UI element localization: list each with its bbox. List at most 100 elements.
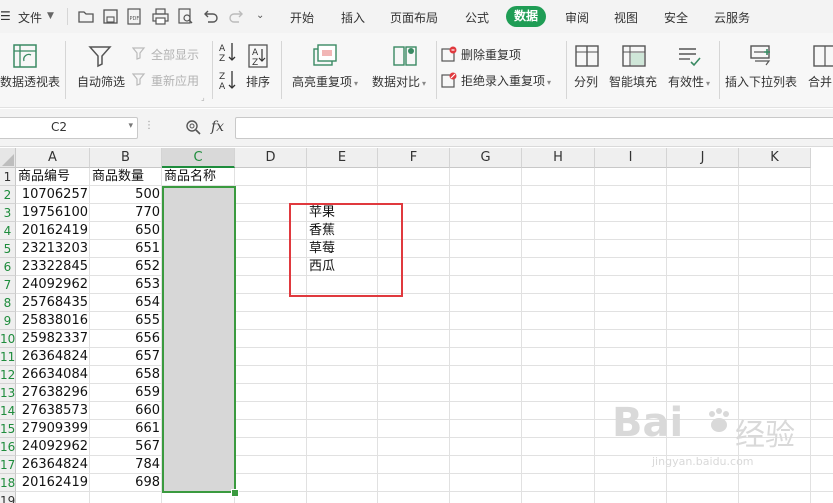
highlight-duplicates-button[interactable]: 高亮重复项 ▾ [290, 33, 366, 103]
row-header-15[interactable]: 15 [0, 420, 16, 438]
column-header-i[interactable]: I [595, 148, 667, 168]
quantity-cell[interactable]: 698 [90, 474, 162, 492]
product-id-cell[interactable]: 27909399 [16, 420, 90, 438]
row-header-6[interactable]: 6 [0, 258, 16, 276]
header-cell[interactable]: 商品编号 [18, 168, 90, 186]
reapply-button[interactable]: 重新应用 [132, 71, 208, 89]
product-id-cell[interactable]: 23213203 [16, 240, 90, 258]
formula-bar-drag-handle[interactable]: ⋮ [144, 120, 154, 131]
show-all-button[interactable]: 全部显示 [132, 45, 208, 63]
column-header-f[interactable]: F [378, 148, 450, 168]
row-header-1[interactable]: 1 [0, 168, 16, 186]
reject-duplicates-button[interactable]: 拒绝录入重复项 ▾ [441, 71, 561, 89]
row-header-19[interactable]: 19 [0, 492, 16, 503]
product-id-cell[interactable]: 25768435 [16, 294, 90, 312]
row-header-11[interactable]: 11 [0, 348, 16, 366]
column-header-k[interactable]: K [739, 148, 811, 168]
quantity-cell[interactable]: 655 [90, 312, 162, 330]
tab-insert[interactable]: 插入 [341, 9, 365, 26]
quantity-cell[interactable]: 567 [90, 438, 162, 456]
row-header-7[interactable]: 7 [0, 276, 16, 294]
zoom-search-icon[interactable] [185, 119, 202, 136]
row-header-18[interactable]: 18 [0, 474, 16, 492]
print-icon[interactable] [152, 8, 169, 25]
auto-filter-button[interactable]: 自动筛选 [72, 33, 128, 103]
name-box-chevron-icon[interactable]: ▾ [128, 121, 133, 131]
column-header-h[interactable]: H [522, 148, 595, 168]
row-header-14[interactable]: 14 [0, 402, 16, 420]
formula-input[interactable] [235, 117, 833, 139]
remove-duplicates-button[interactable]: 删除重复项 [441, 45, 541, 63]
product-id-cell[interactable]: 24092962 [16, 276, 90, 294]
product-id-cell[interactable]: 10706257 [16, 186, 90, 204]
quantity-cell[interactable]: 653 [90, 276, 162, 294]
product-id-cell[interactable]: 25838016 [16, 312, 90, 330]
insert-function-button[interactable]: fx [211, 119, 224, 135]
select-all-corner[interactable] [0, 148, 16, 168]
pivot-table-button[interactable]: 数据透视表 [0, 33, 60, 103]
product-id-cell[interactable]: 20162419 [16, 222, 90, 240]
row-header-5[interactable]: 5 [0, 240, 16, 258]
tab-cloud-services[interactable]: 云服务 [714, 9, 750, 26]
row-header-16[interactable]: 16 [0, 438, 16, 456]
hamburger-menu-icon[interactable]: ☰ [0, 9, 11, 23]
product-id-cell[interactable]: 19756100 [16, 204, 90, 222]
data-validation-button[interactable]: 有效性 ▾ [666, 33, 718, 103]
data-compare-button[interactable]: 数据对比 ▾ [370, 33, 434, 103]
column-header-j[interactable]: J [667, 148, 739, 168]
file-menu[interactable]: 文件 [18, 9, 42, 26]
name-box[interactable]: C2 ▾ [0, 117, 138, 139]
quantity-cell[interactable]: 660 [90, 402, 162, 420]
product-id-cell[interactable]: 27638296 [16, 384, 90, 402]
product-id-cell[interactable]: 26364824 [16, 456, 90, 474]
redo-icon[interactable] [228, 8, 245, 25]
row-header-17[interactable]: 17 [0, 456, 16, 474]
quantity-cell[interactable]: 659 [90, 384, 162, 402]
row-header-2[interactable]: 2 [0, 186, 16, 204]
quantity-cell[interactable]: 784 [90, 456, 162, 474]
header-cell[interactable]: 商品名称 [164, 168, 235, 186]
product-id-cell[interactable]: 25982337 [16, 330, 90, 348]
sort-ascending-button[interactable]: A Z [218, 41, 238, 63]
row-header-13[interactable]: 13 [0, 384, 16, 402]
quantity-cell[interactable]: 657 [90, 348, 162, 366]
tab-formulas[interactable]: 公式 [465, 9, 489, 26]
quick-access-chevron-icon[interactable]: ⌄ [256, 10, 264, 21]
column-header-a[interactable]: A [16, 148, 90, 168]
quantity-cell[interactable]: 654 [90, 294, 162, 312]
tab-review[interactable]: 审阅 [565, 9, 589, 26]
quantity-cell[interactable]: 661 [90, 420, 162, 438]
tab-data[interactable]: 数据 [506, 6, 547, 27]
column-header-b[interactable]: B [90, 148, 162, 168]
sort-descending-button[interactable]: Z A [218, 69, 238, 91]
row-header-9[interactable]: 9 [0, 312, 16, 330]
product-id-cell[interactable]: 20162419 [16, 474, 90, 492]
row-header-10[interactable]: 10 [0, 330, 16, 348]
product-id-cell[interactable]: 27638573 [16, 402, 90, 420]
product-id-cell[interactable]: 23322845 [16, 258, 90, 276]
product-id-cell[interactable]: 26364824 [16, 348, 90, 366]
fill-handle[interactable] [231, 489, 239, 497]
column-header-e[interactable]: E [307, 148, 378, 168]
quantity-cell[interactable]: 652 [90, 258, 162, 276]
open-folder-icon[interactable] [78, 8, 95, 25]
tab-security[interactable]: 安全 [664, 9, 688, 26]
undo-icon[interactable] [202, 8, 219, 25]
tab-page-layout[interactable]: 页面布局 [390, 9, 438, 26]
insert-dropdown-list-button[interactable]: 插入下拉列表 [723, 33, 803, 103]
text-to-columns-button[interactable]: 分列 [570, 33, 604, 103]
sort-button[interactable]: A Z 排序 [244, 33, 276, 103]
row-header-4[interactable]: 4 [0, 222, 16, 240]
group-expand-icon[interactable]: ⌟ [201, 93, 205, 102]
row-header-3[interactable]: 3 [0, 204, 16, 222]
column-header-c[interactable]: C [162, 148, 235, 168]
quantity-cell[interactable]: 658 [90, 366, 162, 384]
quantity-cell[interactable]: 651 [90, 240, 162, 258]
quantity-cell[interactable]: 770 [90, 204, 162, 222]
header-cell[interactable]: 商品数量 [92, 168, 162, 186]
quantity-cell[interactable]: 656 [90, 330, 162, 348]
product-id-cell[interactable]: 26634084 [16, 366, 90, 384]
tab-view[interactable]: 视图 [614, 9, 638, 26]
export-pdf-icon[interactable]: PDF [126, 8, 143, 25]
spreadsheet-grid[interactable]: 商品编号 商品数量 商品名称 10706257 500 19756100 770 201624… [0, 148, 833, 503]
